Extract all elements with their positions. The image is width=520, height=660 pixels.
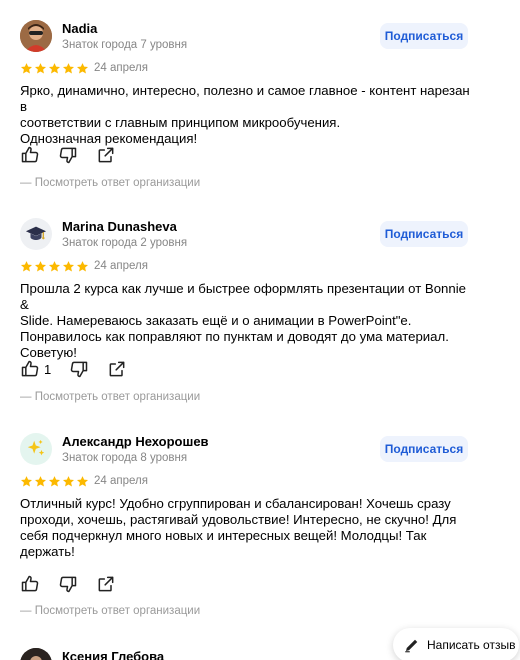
review-text-line: Ярко, динамично, интересно, полезно и са… [20, 83, 470, 114]
rating-stars [20, 260, 89, 273]
share-icon [109, 361, 125, 377]
review-text: Ярко, динамично, интересно, полезно и са… [20, 83, 470, 147]
review-date: 24 апреля [94, 475, 148, 487]
review-date: 24 апреля [94, 62, 148, 74]
thumbs-down-icon [59, 576, 77, 593]
dislike-button[interactable] [58, 145, 78, 165]
subscribe-button[interactable]: Подписаться [380, 221, 468, 247]
subscribe-button[interactable]: Подписаться [380, 436, 468, 462]
view-org-reply-link[interactable]: — Посмотреть ответ организации [20, 391, 200, 403]
star-icon [48, 261, 61, 272]
review-text-line: себя подчеркнул много новых и интересных… [20, 528, 427, 543]
review-text-line: Отличный курс! Удобно сгруппирован и сба… [20, 496, 451, 511]
rating-stars [20, 62, 89, 75]
thumbs-up-icon [21, 146, 39, 163]
star-icon [62, 261, 75, 272]
write-review-button[interactable]: Написать отзыв [393, 628, 519, 660]
review-text-line: Прошла 2 курса как лучше и быстрее оформ… [20, 281, 466, 312]
rating-stars [20, 475, 89, 488]
avatar[interactable] [20, 433, 52, 465]
star-icon [34, 476, 47, 487]
star-icon [34, 261, 47, 272]
review-text: Прошла 2 курса как лучше и быстрее оформ… [20, 281, 470, 361]
avatar[interactable] [20, 20, 52, 52]
reviewer-name[interactable]: Александр Нехорошев [62, 434, 209, 449]
thumbs-up-icon [21, 360, 39, 377]
dislike-button[interactable] [69, 359, 89, 379]
star-icon [76, 63, 89, 74]
like-button[interactable] [20, 145, 40, 165]
like-button[interactable] [20, 574, 40, 594]
star-icon [62, 476, 75, 487]
dislike-button[interactable] [58, 574, 78, 594]
view-org-reply-link[interactable]: — Посмотреть ответ организации [20, 177, 200, 189]
share-button[interactable] [107, 359, 127, 379]
avatar[interactable] [20, 218, 52, 250]
star-icon [20, 63, 33, 74]
review-date: 24 апреля [94, 260, 148, 272]
star-icon [62, 63, 75, 74]
like-button[interactable]: 1 [20, 359, 51, 379]
photo-avatar [20, 20, 52, 52]
review-text-line: Slide. Намереваюсь заказать ещё и о аним… [20, 313, 412, 328]
like-count: 1 [44, 361, 52, 377]
reviewer-name[interactable]: Ксения Глебова [62, 649, 164, 660]
photo-avatar [20, 648, 52, 660]
star-icon [20, 476, 33, 487]
sparkles-icon [27, 439, 45, 456]
review-text-line: Понравилось как поправляют по пунктам и … [20, 329, 449, 344]
review-actions [20, 145, 134, 165]
reviewer-name[interactable]: Nadia [62, 21, 97, 36]
review-text-line: соответствии с главным принципом микрооб… [20, 115, 341, 130]
reviewer-level: Знаток города 2 уровня [62, 237, 188, 249]
review-text: Отличный курс! Удобно сгруппирован и сба… [20, 496, 470, 560]
view-org-reply-link[interactable]: — Посмотреть ответ организации [20, 605, 200, 617]
star-icon [48, 63, 61, 74]
thumbs-up-icon [21, 575, 39, 592]
reviewer-level: Знаток города 7 уровня [62, 39, 188, 51]
subscribe-button[interactable]: Подписаться [380, 23, 468, 49]
review-actions [20, 574, 134, 594]
reviewer-level: Знаток города 8 уровня [62, 452, 188, 464]
share-button[interactable] [96, 145, 116, 165]
pencil-icon [405, 639, 418, 653]
review-actions: 1 [20, 359, 145, 379]
star-icon [34, 63, 47, 74]
star-icon [76, 476, 89, 487]
write-review-label: Написать отзыв [427, 638, 516, 652]
reviewer-name[interactable]: Marina Dunasheva [62, 219, 177, 234]
share-button[interactable] [96, 574, 116, 594]
share-icon [98, 576, 114, 592]
star-icon [76, 261, 89, 272]
thumbs-down-icon [59, 147, 77, 164]
share-icon [98, 147, 114, 163]
review-text-line: держать! [20, 544, 75, 559]
review-text-line: проходи, хочешь, растягивай удовольствие… [20, 512, 457, 527]
star-icon [20, 261, 33, 272]
graduation-cap-icon [25, 226, 47, 240]
avatar[interactable] [20, 648, 52, 660]
thumbs-down-icon [70, 361, 88, 378]
star-icon [48, 476, 61, 487]
